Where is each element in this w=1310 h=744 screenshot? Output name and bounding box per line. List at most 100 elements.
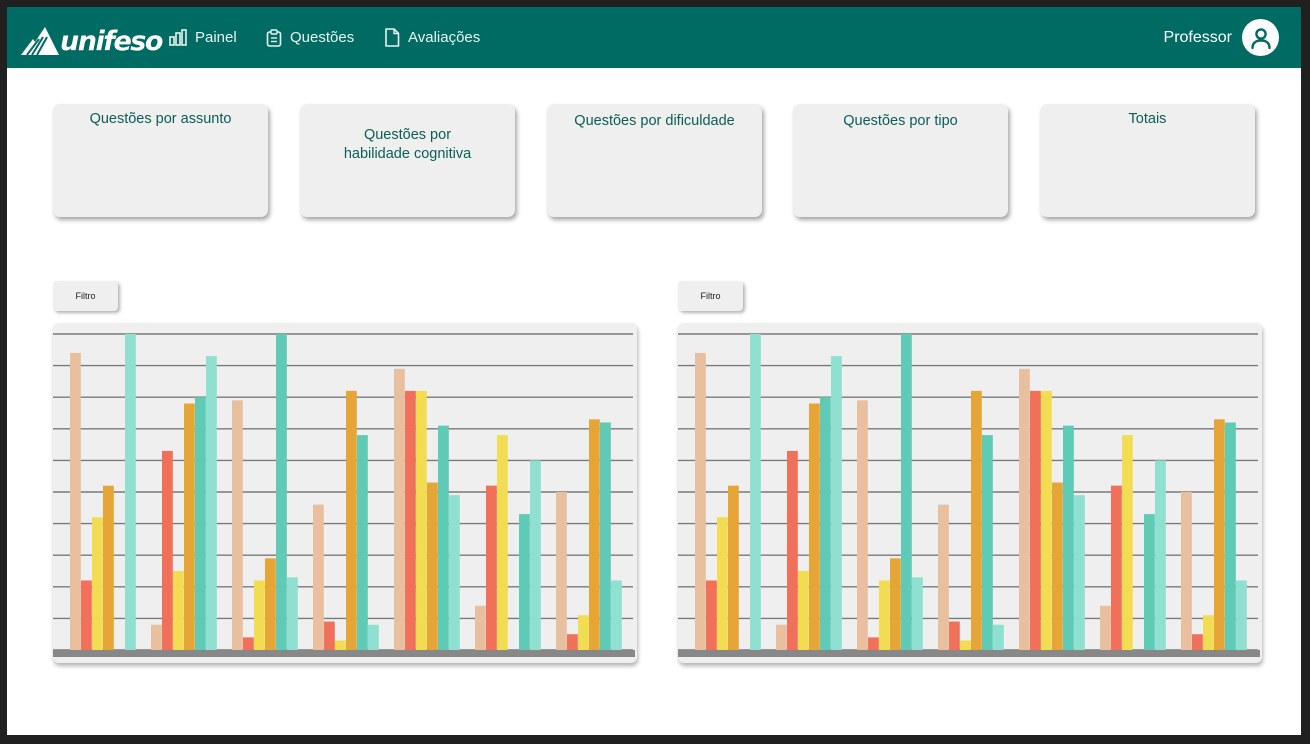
card-questoes-por-dificuldade[interactable]: Questões por dificuldade (547, 104, 762, 217)
chart-bar (1181, 492, 1192, 650)
chart-bar (125, 334, 136, 650)
chart-bar (868, 637, 879, 650)
chart-bar (912, 577, 923, 650)
nav-item-questoes[interactable]: Questões (266, 7, 354, 68)
chart-baseline (53, 650, 635, 657)
chart-bar (151, 624, 162, 650)
nav-item-avaliacoes[interactable]: Avaliações (384, 7, 480, 68)
chart-bar (717, 517, 728, 650)
chart-bar (809, 403, 820, 650)
nav-item-painel[interactable]: Painel (169, 7, 237, 68)
chart-bar (162, 450, 173, 650)
bar-chart-icon (169, 29, 187, 46)
nav-item-label: Avaliações (408, 29, 481, 46)
bar-chart-right (678, 323, 1262, 663)
user-name: Professor (1163, 28, 1232, 46)
chart-bar (276, 334, 287, 650)
chart-bar (357, 435, 368, 650)
card-totais[interactable]: Totais (1040, 104, 1255, 217)
chart-bar (949, 621, 960, 650)
chart-bar (1122, 435, 1133, 650)
user-avatar-icon[interactable] (1242, 19, 1279, 56)
filter-button-left[interactable]: Filtro (53, 281, 118, 311)
chart-bar (993, 624, 1004, 650)
document-icon (384, 28, 400, 47)
chart-bar (416, 390, 427, 650)
card-title: Questões por tipo (843, 113, 958, 129)
chart-bar (346, 390, 357, 650)
chart-bar (1074, 495, 1085, 650)
card-title: Totais (1128, 111, 1167, 127)
card-title: Questões por dificuldade (574, 113, 735, 129)
chart-bar (313, 504, 324, 650)
chart-bar (695, 352, 706, 650)
chart-bar (600, 422, 611, 650)
chart-bar (1214, 419, 1225, 650)
chart-bar (254, 580, 265, 650)
chart-bar (1144, 514, 1155, 650)
chart-bar (982, 435, 993, 650)
chart-bar (324, 621, 335, 650)
top-navbar: unifeso Painel Questões Avaliações Profe… (7, 7, 1301, 68)
chart-bar (728, 485, 739, 650)
chart-bar (394, 368, 405, 650)
chart-bar (519, 514, 530, 650)
chart-bar (1111, 485, 1122, 650)
card-questoes-por-habilidade[interactable]: Questões por habilidade cognitiva (300, 104, 515, 217)
brand-name: unifeso (60, 26, 163, 57)
chart-bar (81, 580, 92, 650)
chart-bar (857, 400, 868, 650)
chart-bar (1030, 390, 1041, 650)
chart-bar (1155, 460, 1166, 650)
chart-bar (1203, 615, 1214, 650)
chart-bar (611, 580, 622, 650)
chart-bar (960, 640, 971, 650)
chart-bar (232, 400, 243, 650)
chart-bar (1041, 390, 1052, 650)
chart-bar (486, 485, 497, 650)
chart-bar (776, 624, 787, 650)
chart-bar (243, 637, 254, 650)
chart-bar (475, 605, 486, 650)
chart-bar (1236, 580, 1247, 650)
chart-bar (184, 403, 195, 650)
unifeso-logo[interactable]: unifeso (21, 21, 163, 57)
chart-bar (820, 397, 831, 650)
chart-bar (901, 334, 912, 650)
chart-bar (589, 419, 600, 650)
user-menu[interactable]: Professor (1164, 7, 1279, 68)
card-questoes-por-assunto[interactable]: Questões por assunto (53, 104, 268, 217)
chart-bar (265, 558, 276, 650)
chart-bar (787, 450, 798, 650)
chart-bar (438, 425, 449, 650)
chart-bar (750, 334, 761, 650)
chart-bar (1063, 425, 1074, 650)
chart-bar (449, 495, 460, 650)
chart-bar (938, 504, 949, 650)
chart-bar (335, 640, 346, 650)
chart-bar (405, 390, 416, 650)
chart-bar (173, 571, 184, 650)
chart-bar (92, 517, 103, 650)
chart-bar (206, 356, 217, 650)
bar-chart-svg (53, 333, 635, 657)
chart-bar (879, 580, 890, 650)
filter-button-right[interactable]: Filtro (678, 281, 743, 311)
chart-bar (831, 356, 842, 650)
nav-item-label: Painel (195, 29, 237, 46)
chart-bar (1225, 422, 1236, 650)
chart-bar (1019, 368, 1030, 650)
chart-bar (1052, 482, 1063, 650)
chart-bar (368, 624, 379, 650)
chart-bar (578, 615, 589, 650)
chart-bar (798, 571, 809, 650)
bar-chart-svg (678, 333, 1260, 657)
nav-item-label: Questões (290, 29, 355, 46)
chart-bar (890, 558, 901, 650)
chart-bar (70, 352, 81, 650)
chart-bar (287, 577, 298, 650)
mountain-logo-icon (21, 27, 59, 55)
chart-bar (103, 485, 114, 650)
card-questoes-por-tipo[interactable]: Questões por tipo (793, 104, 1008, 217)
chart-bar (567, 634, 578, 650)
